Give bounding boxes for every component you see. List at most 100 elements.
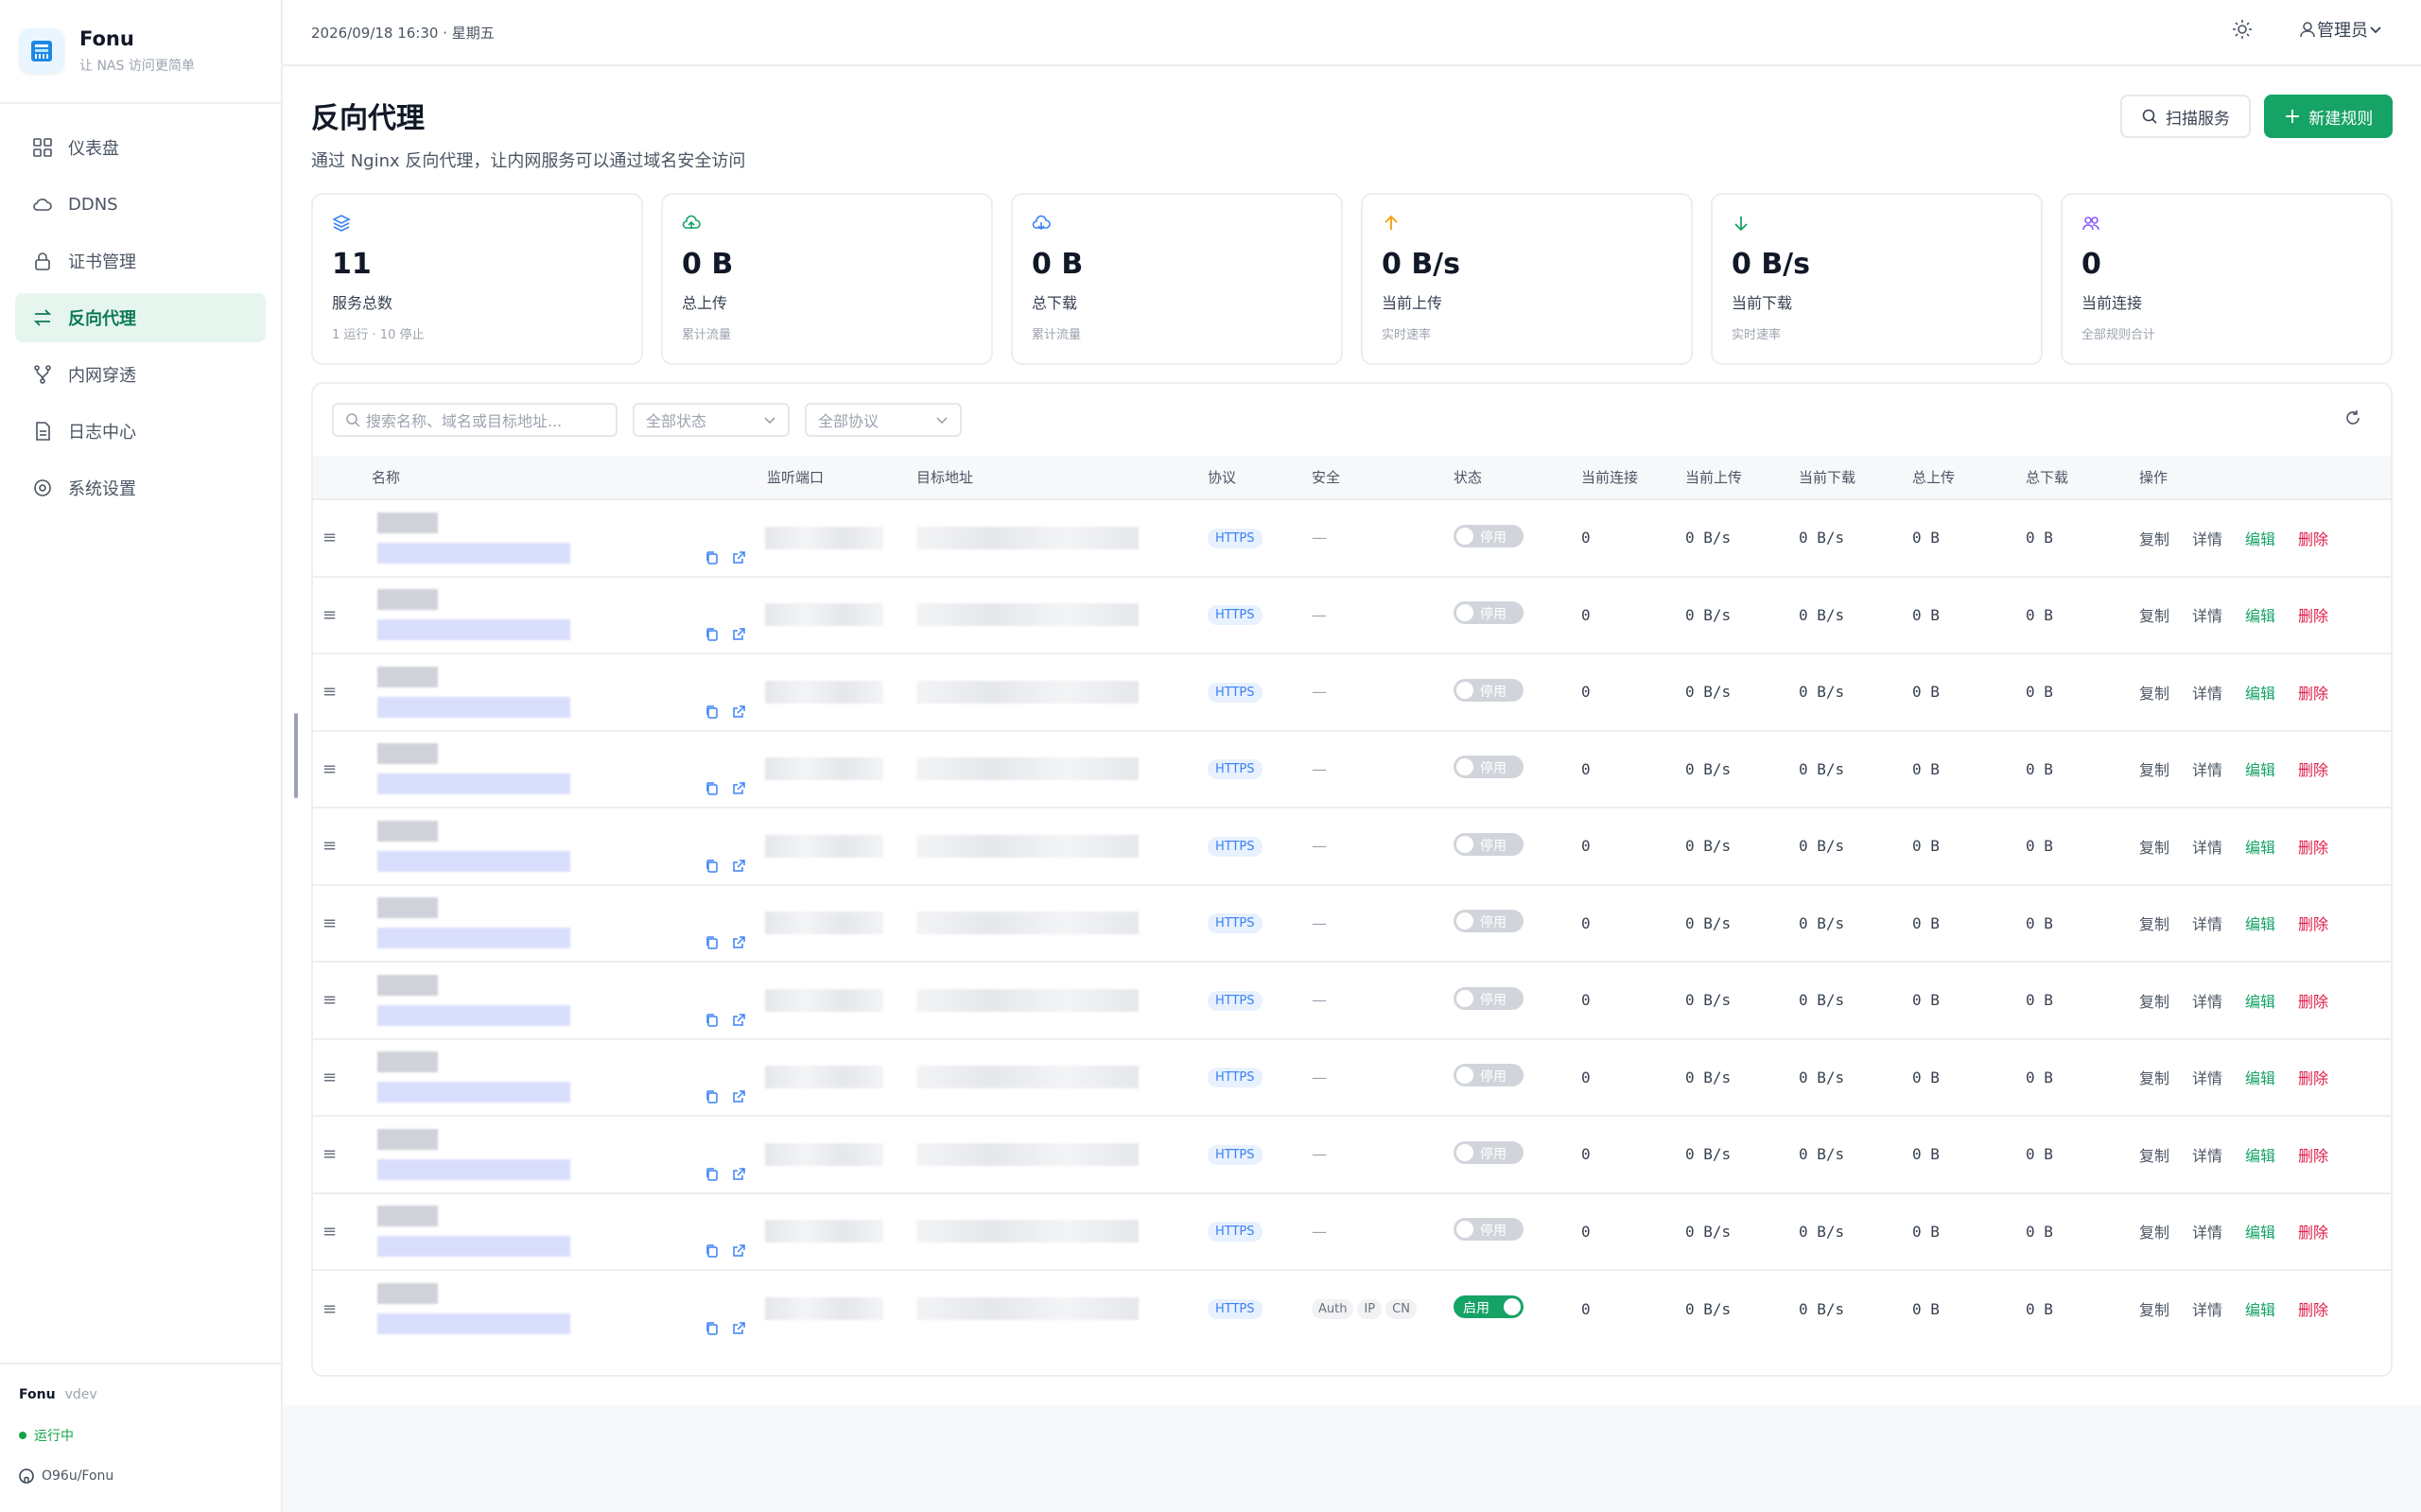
copy-icon[interactable] xyxy=(705,550,720,565)
repo-link[interactable]: O96u/Fonu xyxy=(19,1469,262,1484)
external-link-icon[interactable] xyxy=(731,550,746,565)
copy-icon[interactable] xyxy=(705,859,720,874)
copy-button[interactable]: 复制 xyxy=(2139,607,2169,625)
new-rule-button[interactable]: + 新建规则 xyxy=(2264,95,2393,138)
copy-icon[interactable] xyxy=(705,1243,720,1259)
refresh-icon[interactable] xyxy=(2343,408,2362,427)
drag-handle-icon[interactable]: ≡ xyxy=(313,885,362,963)
external-link-icon[interactable] xyxy=(731,627,746,642)
drag-handle-icon[interactable]: ≡ xyxy=(313,808,362,885)
detail-button[interactable]: 详情 xyxy=(2192,1147,2222,1165)
copy-icon[interactable] xyxy=(705,704,720,720)
external-link-icon[interactable] xyxy=(731,1013,746,1028)
table-row[interactable]: ≡ HTTPS Auth IP CN 启用 0 0 B/s 0 B/s 0 B 0 B 复制 详情 编辑 删… xyxy=(313,1270,2391,1347)
copy-icon[interactable] xyxy=(705,1321,720,1336)
delete-button[interactable]: 删除 xyxy=(2298,607,2328,625)
copy-icon[interactable] xyxy=(705,627,720,642)
scan-services-button[interactable]: 扫描服务 xyxy=(2120,95,2251,138)
external-link-icon[interactable] xyxy=(731,1321,746,1336)
status-toggle[interactable]: 停用 xyxy=(1454,601,1524,625)
copy-icon[interactable] xyxy=(705,935,720,950)
drag-handle-icon[interactable]: ≡ xyxy=(313,1270,362,1347)
status-toggle[interactable]: 停用 xyxy=(1454,524,1524,547)
drag-handle-icon[interactable]: ≡ xyxy=(313,962,362,1039)
copy-button[interactable]: 复制 xyxy=(2139,915,2169,933)
drag-handle-icon[interactable]: ≡ xyxy=(313,577,362,654)
detail-button[interactable]: 详情 xyxy=(2192,1224,2222,1242)
redacted-domain[interactable] xyxy=(377,542,570,564)
copy-button[interactable]: 复制 xyxy=(2139,839,2169,857)
table-row[interactable]: ≡ HTTPS — 停用 0 0 B/s 0 B/s 0 B 0 B 复制 详情 编辑 删除 xyxy=(313,1192,2391,1271)
edit-button[interactable]: 编辑 xyxy=(2245,1069,2275,1087)
external-link-icon[interactable] xyxy=(731,781,746,796)
drag-handle-icon[interactable]: ≡ xyxy=(313,1193,362,1271)
external-link-icon[interactable] xyxy=(731,935,746,950)
status-toggle[interactable]: 启用 xyxy=(1454,1295,1524,1319)
redacted-domain[interactable] xyxy=(377,1313,570,1335)
copy-button[interactable]: 复制 xyxy=(2139,1147,2169,1165)
table-row[interactable]: ≡ HTTPS — 停用 0 0 B/s 0 B/s 0 B 0 B 复制 详情 编辑 删除 xyxy=(313,884,2391,963)
table-row[interactable]: ≡ HTTPS — 停用 0 0 B/s 0 B/s 0 B 0 B 复制 详情 编辑 删除 xyxy=(313,1038,2391,1117)
delete-button[interactable]: 删除 xyxy=(2298,993,2328,1011)
edit-button[interactable]: 编辑 xyxy=(2245,1147,2275,1165)
detail-button[interactable]: 详情 xyxy=(2192,761,2222,779)
delete-button[interactable]: 删除 xyxy=(2298,1147,2328,1165)
delete-button[interactable]: 删除 xyxy=(2298,1301,2328,1319)
search-input[interactable]: 搜索名称、域名或目标地址... xyxy=(332,403,618,437)
delete-button[interactable]: 删除 xyxy=(2298,530,2328,548)
table-row[interactable]: ≡ HTTPS — 停用 0 0 B/s 0 B/s 0 B 0 B 复制 详情 编辑 删除 xyxy=(313,499,2391,577)
drag-handle-icon[interactable]: ≡ xyxy=(313,499,362,577)
redacted-domain[interactable] xyxy=(377,1158,570,1180)
status-toggle[interactable]: 停用 xyxy=(1454,832,1524,856)
status-toggle[interactable]: 停用 xyxy=(1454,678,1524,702)
status-toggle[interactable]: 停用 xyxy=(1454,1140,1524,1164)
drag-handle-icon[interactable]: ≡ xyxy=(313,1039,362,1117)
detail-button[interactable]: 详情 xyxy=(2192,1069,2222,1087)
redacted-domain[interactable] xyxy=(377,773,570,795)
status-toggle[interactable]: 停用 xyxy=(1454,910,1524,933)
table-row[interactable]: ≡ HTTPS — 停用 0 0 B/s 0 B/s 0 B 0 B 复制 详情 编辑 删除 xyxy=(313,962,2391,1039)
redacted-domain[interactable] xyxy=(377,696,570,718)
redacted-domain[interactable] xyxy=(377,1236,570,1258)
edit-button[interactable]: 编辑 xyxy=(2245,685,2275,703)
delete-button[interactable]: 删除 xyxy=(2298,761,2328,779)
drag-handle-icon[interactable]: ≡ xyxy=(313,1116,362,1193)
drag-handle-icon[interactable]: ≡ xyxy=(313,653,362,731)
copy-button[interactable]: 复制 xyxy=(2139,1069,2169,1087)
status-toggle[interactable]: 停用 xyxy=(1454,756,1524,779)
status-toggle[interactable]: 停用 xyxy=(1454,1064,1524,1087)
external-link-icon[interactable] xyxy=(731,1167,746,1182)
external-link-icon[interactable] xyxy=(731,704,746,720)
table-row[interactable]: ≡ HTTPS — 停用 0 0 B/s 0 B/s 0 B 0 B 复制 详情 编辑 删除 xyxy=(313,808,2391,885)
delete-button[interactable]: 删除 xyxy=(2298,1069,2328,1087)
redacted-domain[interactable] xyxy=(377,619,570,641)
status-filter-select[interactable]: 全部状态 xyxy=(633,403,790,437)
edit-button[interactable]: 编辑 xyxy=(2245,839,2275,857)
delete-button[interactable]: 删除 xyxy=(2298,1224,2328,1242)
external-link-icon[interactable] xyxy=(731,1089,746,1104)
redacted-domain[interactable] xyxy=(377,1004,570,1026)
delete-button[interactable]: 删除 xyxy=(2298,915,2328,933)
table-row[interactable]: ≡ HTTPS — 停用 0 0 B/s 0 B/s 0 B 0 B 复制 详情 编辑 删除 xyxy=(313,653,2391,731)
detail-button[interactable]: 详情 xyxy=(2192,1301,2222,1319)
detail-button[interactable]: 详情 xyxy=(2192,839,2222,857)
sidebar-item-3[interactable]: 反向代理 xyxy=(15,293,266,342)
delete-button[interactable]: 删除 xyxy=(2298,839,2328,857)
copy-icon[interactable] xyxy=(705,1013,720,1028)
theme-toggle-sun-icon[interactable] xyxy=(2232,19,2253,40)
edit-button[interactable]: 编辑 xyxy=(2245,915,2275,933)
copy-icon[interactable] xyxy=(705,1167,720,1182)
status-toggle[interactable]: 停用 xyxy=(1454,1218,1524,1242)
edit-button[interactable]: 编辑 xyxy=(2245,1301,2275,1319)
copy-icon[interactable] xyxy=(705,1089,720,1104)
copy-button[interactable]: 复制 xyxy=(2139,685,2169,703)
protocol-filter-select[interactable]: 全部协议 xyxy=(805,403,962,437)
delete-button[interactable]: 删除 xyxy=(2298,685,2328,703)
table-row[interactable]: ≡ HTTPS — 停用 0 0 B/s 0 B/s 0 B 0 B 复制 详情 编辑 删除 xyxy=(313,1116,2391,1193)
copy-icon[interactable] xyxy=(705,781,720,796)
copy-button[interactable]: 复制 xyxy=(2139,761,2169,779)
external-link-icon[interactable] xyxy=(731,859,746,874)
copy-button[interactable]: 复制 xyxy=(2139,1301,2169,1319)
sidebar-item-0[interactable]: 仪表盘 xyxy=(15,123,266,172)
user-menu[interactable]: 管理员 xyxy=(2298,17,2383,42)
